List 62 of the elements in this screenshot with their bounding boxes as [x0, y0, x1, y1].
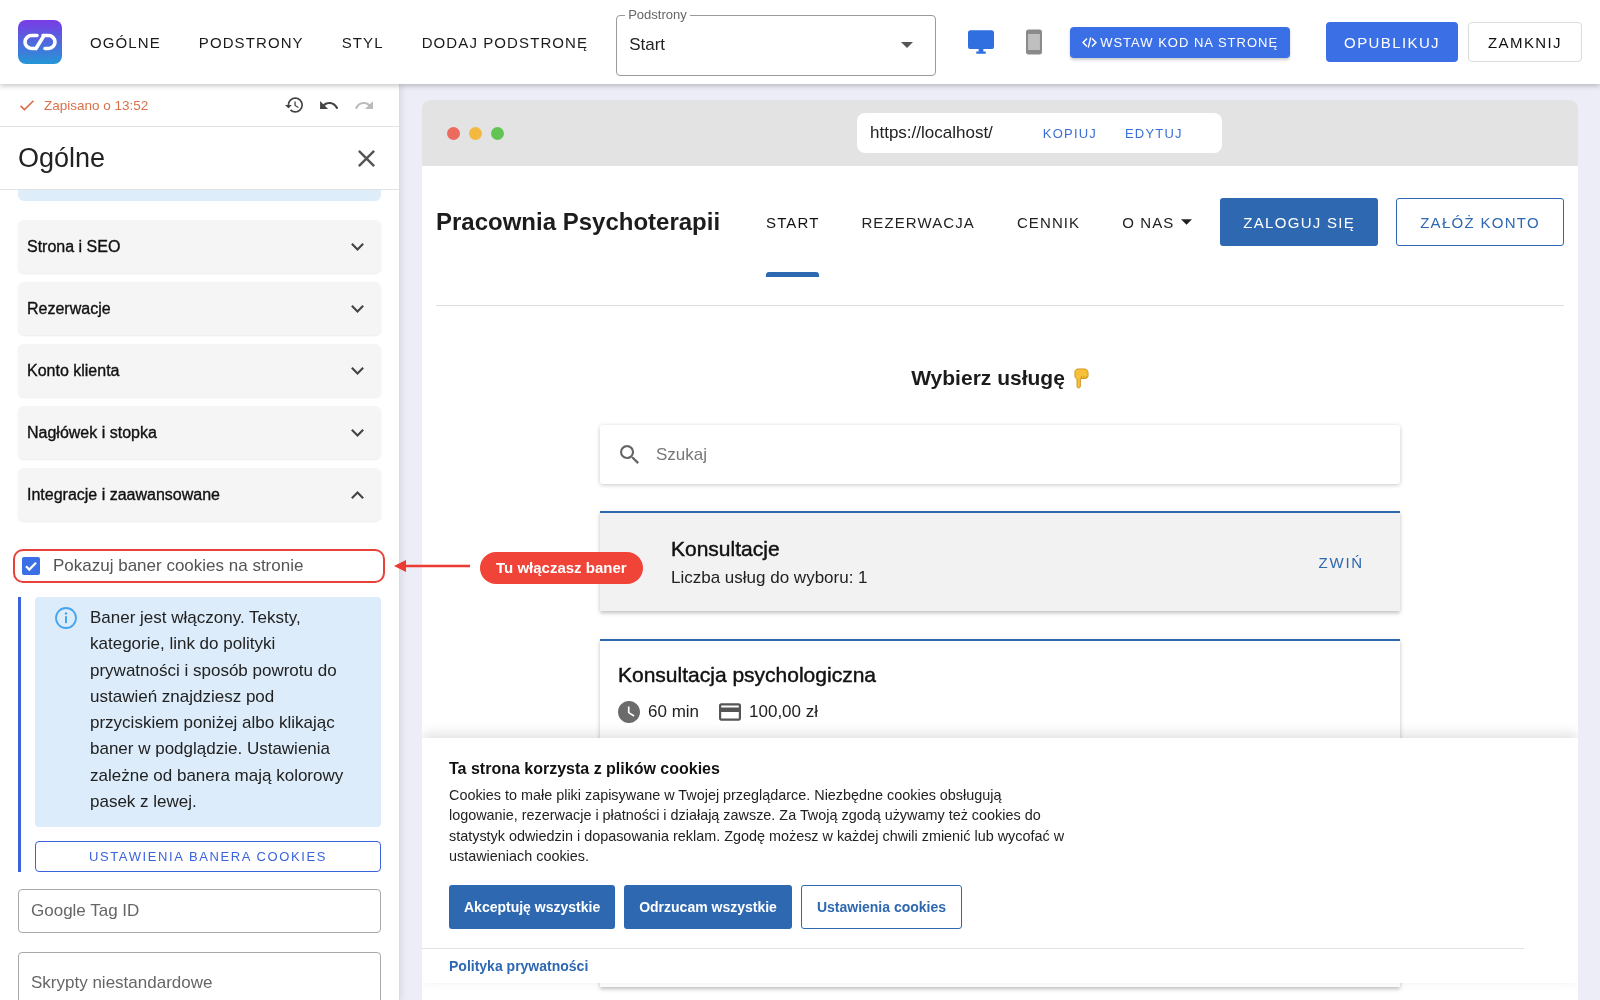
window-button-icon[interactable] [447, 126, 460, 140]
undo-icon[interactable] [320, 101, 338, 109]
clock-icon [618, 701, 640, 723]
address-action-link[interactable]: KOPIUJ [1042, 125, 1097, 141]
pointing-hand-icon [1073, 367, 1089, 389]
url-text: https://localhost/ [870, 123, 993, 143]
nav-tab[interactable]: REZERWACJA [861, 198, 975, 246]
info-text: Baner jest włączony. Teksty, kategorie, link do polityki prywatności i sposób powrotu do ustawień znajdziesz pod przyciskiem poniżej albo klikając baner w podglądzie. Ustawienia zależne od banera mają kolorowy pasek z lewej. [90, 607, 345, 814]
search-field[interactable]: Szukaj [656, 439, 1380, 470]
checkbox[interactable] [22, 557, 40, 575]
select-value: Start [629, 35, 667, 55]
service-price: 100,00 zł [749, 702, 819, 722]
check-icon [20, 99, 34, 111]
banner-text: Cookies to małe pliki zapisywane w Twojej przeglądarce. Niezbędne cookies obsługują logowanie, rezerwacje i płatności i działają zawsze. Za Twoją zgodą używamy też cookies do statystyk odwiedzin i dopasowania reklam. Zgodę możesz w każdej chwili zmienić lub wycofać w ustawieniach cookies. [449, 786, 1066, 866]
consent-button[interactable]: Akceptuję wszystkie [449, 885, 616, 930]
section-heading: Wybierz usługę [911, 365, 1065, 391]
close-button[interactable]: ZAMKNIJ [1468, 22, 1582, 62]
panel-title: Ogólne [18, 142, 106, 174]
accordion-header[interactable]: Integracje i zaawansowane [18, 468, 381, 521]
signup-button[interactable]: ZAŁÓŻ KONTO [1396, 198, 1564, 246]
menu-tab[interactable]: OGÓLNE [90, 29, 161, 55]
callout-label: Tu włączasz baner [480, 552, 643, 584]
search-icon [620, 445, 639, 464]
banner-settings-button[interactable]: USTAWIENIA BANERA COOKIES [35, 841, 381, 873]
collapse-link[interactable]: ZWIŃ [1318, 553, 1364, 571]
consent-button[interactable]: Odrzucam wszystkie [624, 885, 792, 930]
service-title: Konsultacja psychologiczna [618, 663, 876, 687]
history-icon[interactable] [285, 97, 303, 113]
accordion-header[interactable]: Konto klienta [18, 344, 381, 397]
save-status: Zapisano o 13:52 [44, 97, 149, 113]
code-icon [1082, 36, 1098, 48]
logo-icon[interactable] [18, 20, 62, 64]
menu-tab[interactable]: STYL [341, 29, 384, 55]
privacy-policy-link[interactable]: Polityka prywatności [449, 958, 589, 975]
desktop-icon[interactable] [968, 30, 995, 54]
site-brand: Pracownia Psychoterapii [436, 207, 721, 237]
login-button[interactable]: ZALOGUJ SIĘ [1220, 198, 1379, 246]
accordion-header[interactable]: Nagłówek i stopka [18, 406, 381, 459]
category-subtitle: Liczba usług do wyboru: 1 [671, 567, 868, 588]
nav-tab[interactable]: O NAS [1122, 198, 1193, 246]
cookie-banner-toggle[interactable]: Pokazuj baner cookies na stronie [22, 556, 304, 576]
text-area[interactable]: Skrypty niestandardowe [18, 952, 381, 1000]
card-icon [719, 703, 742, 721]
publish-button[interactable]: OPUBLIKUJ [1326, 22, 1459, 62]
consent-button[interactable]: Ustawienia cookies [800, 885, 963, 930]
text-field[interactable]: Google Tag ID [18, 889, 381, 934]
category-title: Konsultacje [671, 536, 781, 561]
phone-icon[interactable] [1026, 29, 1043, 55]
address-action-link[interactable]: EDYTUJ [1125, 125, 1183, 141]
nav-tab[interactable]: CENNIK [1016, 198, 1081, 246]
active-tab-indicator [766, 272, 820, 277]
info-icon [55, 607, 77, 629]
accordion-header[interactable]: Rezerwacje [18, 282, 381, 335]
dropdown-caret-icon[interactable] [901, 42, 914, 48]
service-duration: 60 min [648, 702, 700, 722]
menu-tab[interactable]: DODAJ PODSTRONĘ [421, 29, 589, 55]
embed-code-button[interactable]: WSTAW KOD NA STRONĘ [1070, 26, 1291, 58]
banner-title: Ta strona korzysta z plików cookies [449, 759, 720, 779]
menu-tab[interactable]: PODSTRONY [198, 29, 304, 55]
accordion-header[interactable]: Strona i SEO [18, 220, 381, 273]
nav-tab[interactable]: START [766, 198, 820, 246]
close-icon[interactable] [358, 149, 375, 167]
